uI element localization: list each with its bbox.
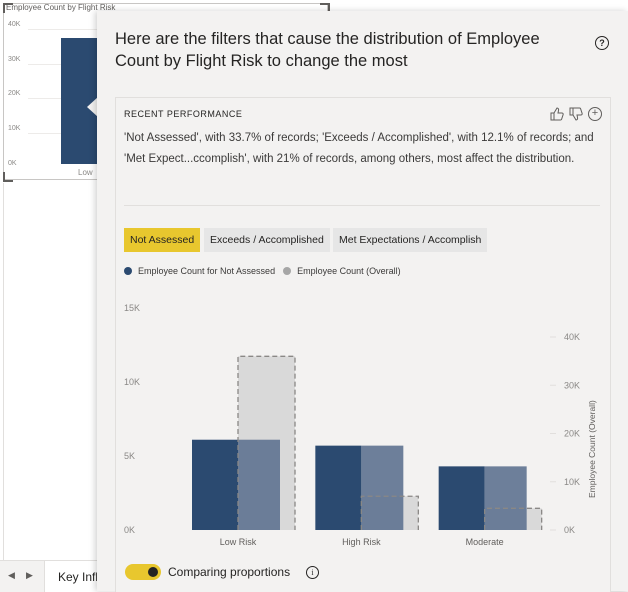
bar-overlap [238,439,280,530]
divider [3,183,4,561]
filter-pill-met-expectations[interactable]: Met Expectations / Accomplish [333,228,488,252]
card-actions: + [550,107,602,121]
help-icon[interactable]: ? [595,36,609,50]
filter-pill-exceeds-accomplished[interactable]: Exceeds / Accomplished [204,228,330,252]
triangle-right-icon[interactable]: ▶ [26,570,33,581]
y2-tick-label: 40K [564,332,580,342]
y-tick-label: 5K [124,451,135,461]
y-tick-label: 0K [124,525,135,535]
comparing-proportions-toggle[interactable] [125,564,161,580]
y-tick-label: 0K [8,160,17,167]
x-tick-label: Moderate [466,537,504,547]
legend-dot [124,267,132,275]
bar-not-assessed [438,466,485,530]
legend-label: Employee Count for Not Assessed [138,266,276,276]
y2-axis-label: Employee Count (Overall) [587,400,597,498]
legend-label: Employee Count (Overall) [297,266,401,276]
bar-not-assessed [192,439,238,530]
bar-overlap [484,466,527,530]
y2-tick-label: 30K [564,380,580,390]
y-tick-label: 20K [8,90,21,97]
y-tick-label: 40K [8,21,21,28]
x-tick-label: Low Risk [220,537,257,547]
y-tick-label: 10K [8,125,21,132]
triangle-left-icon[interactable]: ◀ [8,570,15,581]
toggle-knob [148,567,158,577]
y2-tick-label: 20K [564,429,580,439]
plus-circle-icon[interactable]: + [588,107,602,121]
distribution-chart: 15K 10K 5K 0K 40K 30K 20K 10K 0K Employee Count (… [124,303,597,547]
toggle-label: Comparing proportions [168,565,291,579]
bar-overlap [361,445,404,530]
bar-not-assessed [315,445,362,530]
popup-title: Here are the filters that cause the dist… [115,30,540,70]
thumbs-down-icon[interactable] [569,107,583,121]
y2-tick-label: 10K [564,477,580,487]
x-tick-label: Low [78,168,93,177]
filter-pill-not-assessed[interactable]: Not Assessed [124,228,201,252]
influencer-popup: Here are the filters that cause the dist… [97,11,628,592]
chart-legend: Employee Count for Not Assessed Employee… [124,266,401,276]
x-tick-label: High Risk [342,537,381,547]
card-heading: RECENT PERFORMANCE [124,109,243,119]
legend-dot [283,267,292,275]
divider [124,205,600,206]
y-tick-label: 10K [124,377,140,387]
info-icon[interactable]: i [306,566,319,579]
card-description: 'Not Assessed', with 33.7% of records; '… [124,132,594,165]
y-tick-label: 30K [8,56,21,63]
resize-handle-icon[interactable] [3,172,13,182]
y-tick-label: 15K [124,303,140,313]
thumbs-up-icon[interactable] [550,107,564,121]
insight-card: RECENT PERFORMANCE + 'Not Assessed', wit… [115,97,611,592]
y2-tick-label: 0K [564,525,575,535]
